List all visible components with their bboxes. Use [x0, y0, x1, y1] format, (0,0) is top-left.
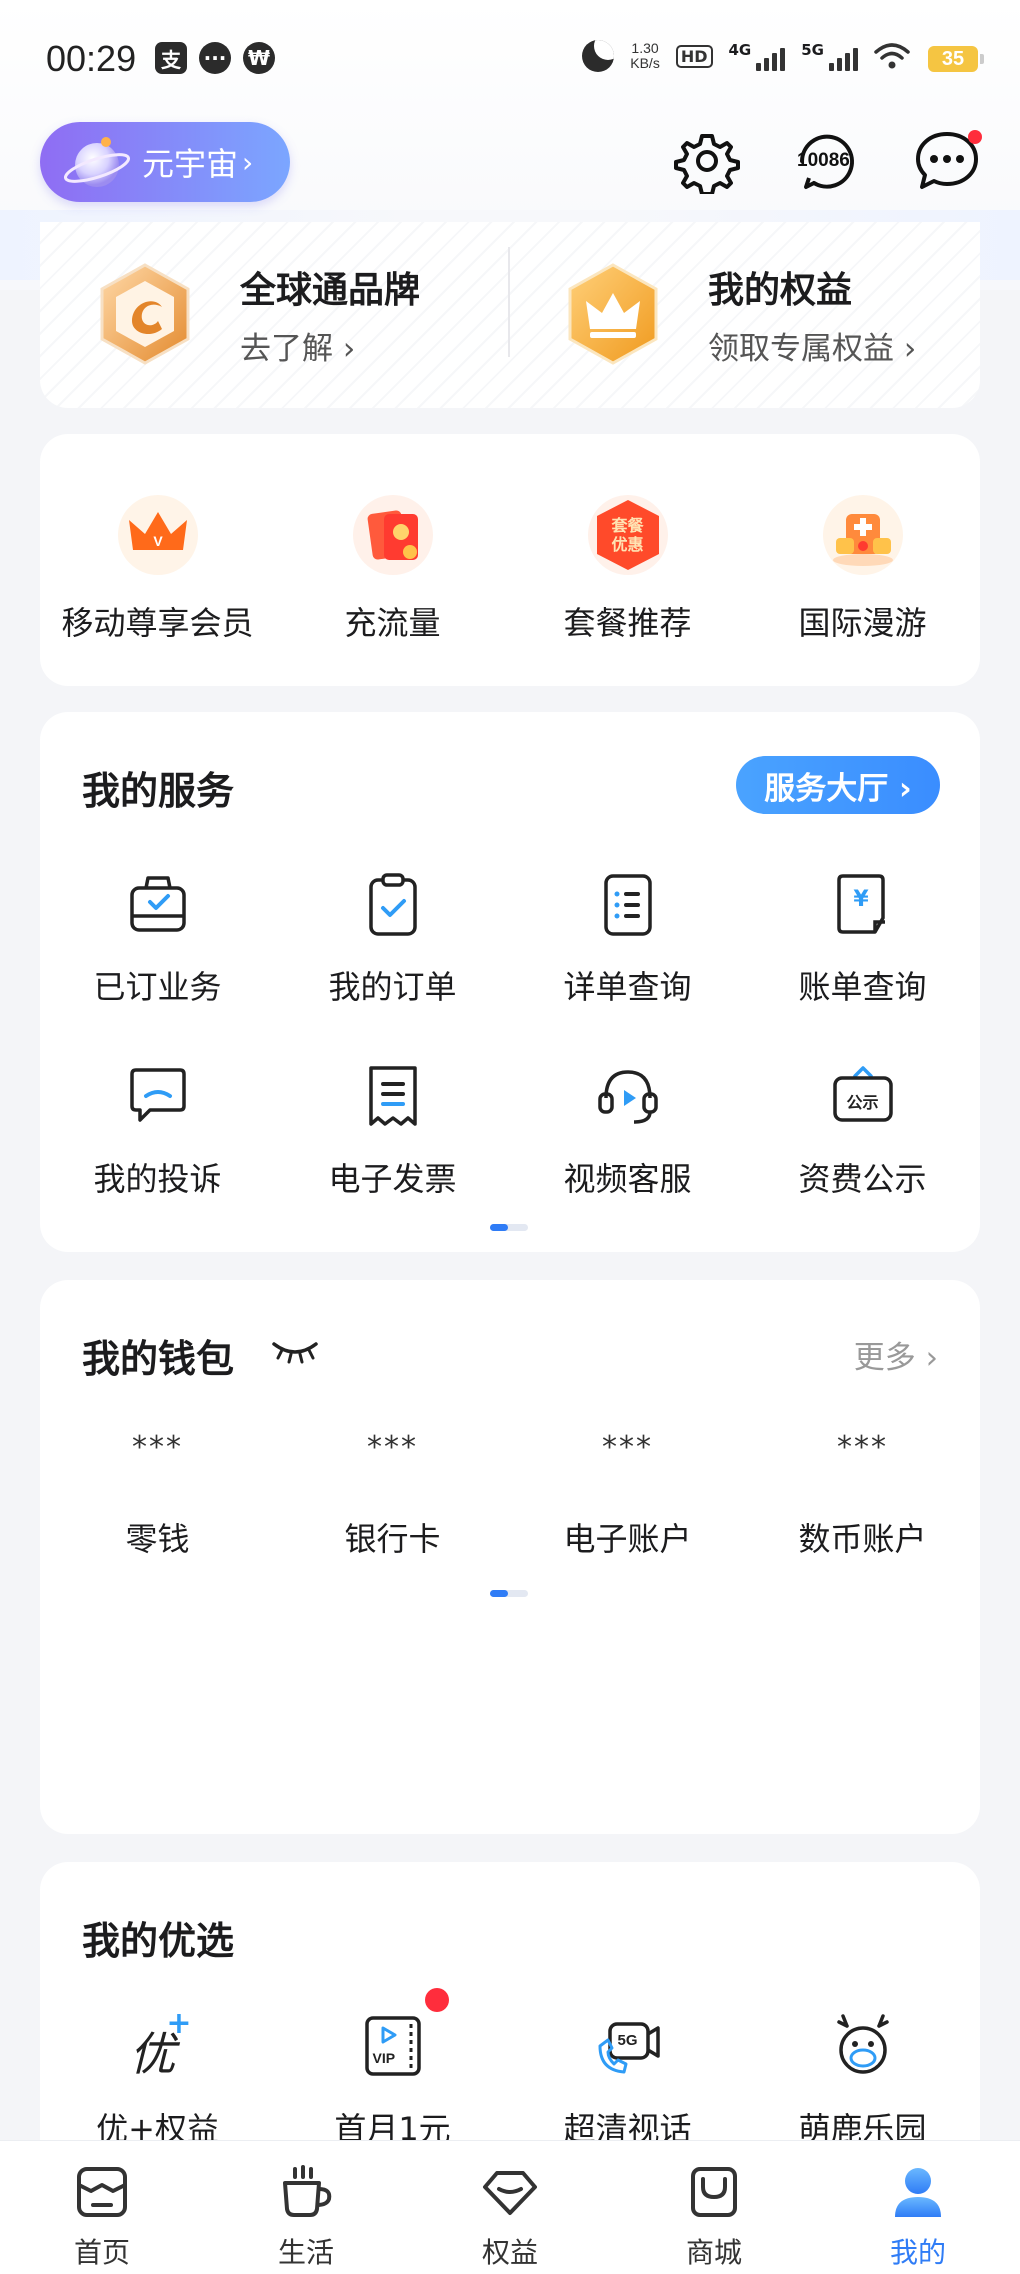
hotline-10086-icon[interactable]: 10086 — [794, 128, 860, 194]
service-hall-button[interactable]: 服务大厅 › — [736, 756, 940, 814]
signal-4g-icon: 4G — [729, 41, 786, 71]
clipboard-check-icon — [368, 873, 417, 936]
pick-hd-video-call[interactable]: 5G 超清视话 — [510, 2012, 745, 2150]
service-my-orders[interactable]: 我的订单 — [275, 870, 510, 1008]
messages-button[interactable] — [914, 128, 982, 194]
wifi-icon — [874, 43, 910, 69]
wallet-bank-card[interactable]: *** 银行卡 — [275, 1430, 510, 1560]
service-video-support[interactable]: 视频客服 — [510, 1062, 745, 1200]
service-bill-query[interactable]: ¥ 账单查询 — [745, 870, 980, 1008]
package-badge-icon: 套餐优惠 — [583, 490, 673, 580]
bag-check-icon — [129, 876, 186, 932]
do-not-disturb-icon — [582, 40, 615, 72]
wallet-digital-currency[interactable]: *** 数币账户 — [745, 1430, 980, 1560]
feature-vip-member[interactable]: V 移动尊享会员 — [40, 490, 275, 644]
alipay-icon: 支 — [155, 42, 187, 74]
5g-video-call-icon: 5G — [594, 2012, 662, 2080]
headset-video-icon — [597, 1070, 658, 1124]
shopping-bag-icon — [691, 2167, 737, 2217]
diamond-icon — [483, 2171, 537, 2215]
brand-title: 我的权益 — [708, 269, 853, 311]
home-icon — [77, 2167, 127, 2217]
status-bar: 00:29 支 ··· ₩ 1.30 KB/s HD 4G 5G 35 — [0, 0, 1020, 120]
brand-card: 全球通品牌 去了解 › 我的权益 领取专属权益 › — [40, 222, 980, 408]
feature-plan-recommend[interactable]: 套餐优惠 套餐推荐 — [510, 490, 745, 644]
unread-dot — [968, 130, 982, 144]
svg-text:¥: ¥ — [853, 887, 869, 912]
brand-subtitle: 去了解 › — [240, 330, 356, 367]
features-card: V 移动尊享会员 充流量 套餐优惠 套餐推荐 国际漫游 — [40, 434, 980, 686]
wallet-change[interactable]: *** 零钱 — [40, 1430, 275, 1560]
service-complaints[interactable]: 我的投诉 — [40, 1062, 275, 1200]
nav-rights[interactable]: 权益 — [408, 2141, 612, 2274]
global-brand-entry[interactable]: 全球通品牌 去了解 › — [90, 244, 420, 384]
deer-face-icon — [836, 2014, 889, 2074]
service-e-invoice[interactable]: 电子发票 — [275, 1062, 510, 1200]
coffee-cup-icon — [283, 2165, 332, 2217]
notice-board-icon: 公示 — [829, 1062, 897, 1130]
divider — [508, 247, 510, 357]
message-bubble-icon: ··· — [199, 42, 231, 74]
nav-mall[interactable]: 商城 — [612, 2141, 816, 2274]
brand-subtitle: 领取专属权益 › — [708, 330, 917, 367]
feature-recharge-data[interactable]: 充流量 — [275, 490, 510, 644]
nav-home[interactable]: 首页 — [0, 2141, 204, 2274]
wallet-e-account[interactable]: *** 电子账户 — [510, 1430, 745, 1560]
person-icon — [895, 2168, 941, 2217]
battery-indicator: 35 — [928, 46, 984, 72]
metaverse-label: 元宇宙 — [142, 145, 239, 183]
page-indicator — [490, 1590, 528, 1597]
wallet-more-link[interactable]: 更多 › — [854, 1332, 938, 1377]
feature-intl-roaming[interactable]: 国际漫游 — [745, 490, 980, 644]
pick-deer-park[interactable]: 萌鹿乐园 — [745, 2012, 980, 2150]
hd-voice-icon: HD — [675, 44, 713, 68]
bill-yen-icon: ¥ — [836, 874, 885, 934]
gift-box-icon — [822, 495, 903, 575]
pick-you-plus[interactable]: 优 + 优+权益 — [40, 2006, 275, 2150]
status-time: 00:29 — [46, 38, 137, 79]
crown-badge-icon — [568, 263, 658, 365]
planet-icon — [63, 137, 131, 187]
bottom-navigation: 首页 生活 权益 商城 我的 — [0, 2140, 1020, 2274]
metaverse-button[interactable]: 元宇宙 › — [40, 122, 290, 202]
global-brand-badge-icon — [100, 263, 190, 365]
picks-title: 我的优选 — [82, 1919, 235, 1963]
vip-video-icon: VIP — [359, 2012, 427, 2080]
nav-life[interactable]: 生活 — [204, 2141, 408, 2274]
app-notification-icon: ₩ — [243, 42, 275, 74]
page-indicator — [490, 1224, 528, 1231]
crown-icon: V — [117, 495, 198, 575]
chevron-right-icon: › — [242, 145, 254, 179]
service-tariff-notice[interactable]: 公示 资费公示 — [745, 1062, 980, 1200]
network-speed: 1.30 KB/s — [630, 40, 660, 71]
settings-gear-icon[interactable] — [674, 128, 740, 194]
you-plus-icon: 优 + — [129, 2006, 192, 2081]
invoice-icon — [368, 1066, 417, 1126]
my-rights-entry[interactable]: 我的权益 领取专属权益 › — [558, 244, 916, 384]
chat-complaint-icon — [129, 1068, 186, 1122]
pick-first-month[interactable]: VIP 首月1元 — [275, 1988, 510, 2150]
red-envelope-icon — [352, 495, 433, 575]
wallet-card: 我的钱包 更多 › *** 零钱 *** 银行卡 *** 电子账户 *** 数币… — [40, 1280, 980, 1834]
brand-title: 全球通品牌 — [240, 269, 421, 311]
service-detail-query[interactable]: 详单查询 — [510, 870, 745, 1008]
new-badge-dot — [425, 1988, 449, 2012]
services-title: 我的服务 — [82, 769, 235, 813]
wallet-title: 我的钱包 — [82, 1337, 235, 1381]
service-subscribed[interactable]: 已订业务 — [40, 870, 275, 1008]
hotline-label: 10086 — [797, 150, 850, 171]
signal-5g-icon: 5G — [801, 41, 858, 71]
services-card: 我的服务 服务大厅 › 已订业务 我的订单 详单查询 ¥ 账单查询 我的投诉 电… — [40, 712, 980, 1252]
nav-mine[interactable]: 我的 — [816, 2141, 1020, 2274]
eye-closed-icon[interactable] — [270, 1338, 320, 1364]
list-document-icon — [603, 874, 652, 936]
svg-text:V: V — [153, 533, 163, 549]
